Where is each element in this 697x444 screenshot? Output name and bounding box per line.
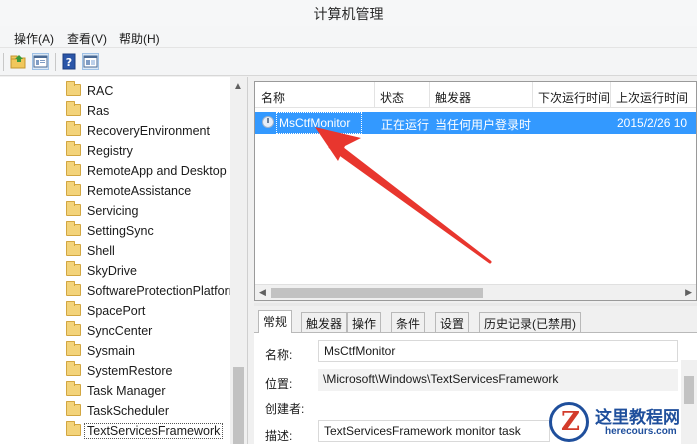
task-list-header: 名称 状态 触发器 下次运行时间 上次运行时间 [255, 82, 696, 108]
watermark-logo: Z 这里教程网 herecours.com [549, 401, 697, 444]
task-trigger: 当任何用户登录时 [435, 118, 532, 132]
title-bar: 计算机管理 [0, 0, 697, 26]
toolbar-separator [55, 53, 56, 71]
right-pane: 名称 状态 触发器 下次运行时间 上次运行时间 MsCtfMonitor 正在运… [250, 77, 697, 444]
tab-conditions[interactable]: 条件 [391, 312, 426, 332]
tab-actions[interactable]: 操作 [347, 312, 382, 332]
task-status-icon [262, 116, 274, 128]
tree-item[interactable]: SettingSync [66, 221, 234, 241]
tree-item[interactable]: SoftwareProtectionPlatforr [66, 281, 234, 301]
tree-item[interactable]: Ras [66, 101, 234, 121]
column-divider[interactable] [532, 82, 533, 108]
folder-icon [66, 381, 81, 396]
menu-help[interactable]: 帮助(H) [119, 30, 160, 47]
help-icon[interactable]: ? [61, 53, 78, 70]
folder-icon [66, 81, 81, 96]
task-status: 正在运行 [381, 118, 430, 132]
properties-icon[interactable] [82, 53, 99, 70]
column-header-status[interactable]: 状态 [380, 89, 404, 106]
horizontal-scrollbar[interactable]: ◀ ▶ [255, 284, 696, 300]
name-field[interactable]: MsCtfMonitor [318, 340, 678, 362]
tree-item[interactable]: SyncCenter [66, 321, 234, 341]
tab-triggers[interactable]: 触发器 [301, 312, 348, 332]
tree-item[interactable]: SystemRestore [66, 361, 234, 381]
menu-bar: 操作(A) 查看(V) 帮助(H) [0, 26, 697, 48]
folder-icon [66, 141, 81, 156]
folder-icon [66, 361, 81, 376]
folder-icon [66, 121, 81, 136]
location-field: \Microsoft\Windows\TextServicesFramework [318, 369, 678, 391]
watermark-text: 这里教程网 [595, 408, 680, 428]
folder-icon [66, 241, 81, 256]
table-row[interactable]: MsCtfMonitor 正在运行 当任何用户登录时 2015/2/26 10 [255, 112, 696, 134]
scroll-right-icon[interactable]: ▶ [685, 287, 692, 298]
tree-item[interactable]: RAC [66, 81, 234, 101]
folder-icon [66, 401, 81, 416]
tree-item[interactable]: Registry [66, 141, 234, 161]
column-header-next-run[interactable]: 下次运行时间 [538, 89, 610, 106]
scroll-up-icon[interactable]: ▲ [233, 81, 243, 92]
logo-circle-icon: Z [549, 402, 589, 442]
tab-general[interactable]: 常规 [258, 310, 293, 333]
tree-item[interactable]: SkyDrive [66, 261, 234, 281]
tree-item[interactable]: RemoteApp and Desktop [66, 161, 234, 181]
scrollbar-thumb[interactable] [271, 288, 483, 298]
folder-icon [66, 341, 81, 356]
tree-item[interactable]: Servicing [66, 201, 234, 221]
tree-item[interactable]: RemoteAssistance [66, 181, 234, 201]
tree-item-selected[interactable]: TextServicesFramework [66, 421, 234, 441]
description-field[interactable]: TextServicesFramework monitor task [318, 420, 550, 442]
column-divider[interactable] [429, 82, 430, 108]
description-label: 描述: [265, 429, 293, 443]
tree-item[interactable]: SpacePort [66, 301, 234, 321]
folder-icon [66, 101, 81, 116]
column-header-last-run[interactable]: 上次运行时间 [616, 89, 688, 106]
logo-letter: Z [561, 407, 580, 437]
menu-view[interactable]: 查看(V) [67, 30, 107, 47]
task-list[interactable]: 名称 状态 触发器 下次运行时间 上次运行时间 MsCtfMonitor 正在运… [254, 81, 697, 301]
folder-icon [66, 421, 81, 436]
author-label: 创建者: [265, 402, 305, 416]
scroll-left-icon[interactable]: ◀ [259, 287, 266, 298]
window-title: 计算机管理 [313, 6, 384, 22]
show-hide-tree-icon[interactable] [32, 53, 49, 70]
folder-icon [66, 161, 81, 176]
tree-item[interactable]: Task Manager [66, 381, 234, 401]
scrollbar-thumb[interactable] [684, 376, 694, 404]
tree-item[interactable]: Shell [66, 241, 234, 261]
location-label: 位置: [265, 377, 293, 391]
watermark-url: herecours.com [605, 426, 677, 437]
task-name: MsCtfMonitor [279, 116, 351, 130]
folder-icon [66, 181, 81, 196]
column-divider[interactable] [610, 82, 611, 108]
name-label: 名称: [265, 348, 293, 362]
folder-icon [66, 321, 81, 336]
scrollbar-thumb[interactable] [233, 367, 244, 444]
folder-icon [66, 221, 81, 236]
tree-item[interactable]: Sysmain [66, 341, 234, 361]
folder-icon [66, 201, 81, 216]
toolbar: ? [0, 48, 697, 76]
tree-scrollbar[interactable]: ▲ [230, 77, 247, 444]
folder-up-icon[interactable] [10, 53, 27, 70]
tab-history[interactable]: 历史记录(已禁用) [479, 312, 581, 332]
column-header-name[interactable]: 名称 [261, 89, 285, 106]
folder-icon [66, 261, 81, 276]
task-last-run: 2015/2/26 10 [617, 116, 688, 130]
menu-action[interactable]: 操作(A) [14, 30, 54, 47]
folder-icon [66, 301, 81, 316]
tab-settings[interactable]: 设置 [435, 312, 470, 332]
navigation-tree[interactable]: RAC Ras RecoveryEnvironment Registry Rem… [0, 77, 248, 444]
column-divider[interactable] [374, 82, 375, 108]
tree-item[interactable]: RecoveryEnvironment [66, 121, 234, 141]
folder-icon [66, 281, 81, 296]
toolbar-separator [3, 53, 4, 71]
column-header-trigger[interactable]: 触发器 [435, 89, 471, 106]
svg-text:?: ? [66, 56, 72, 69]
tree-item[interactable]: TaskScheduler [66, 401, 234, 421]
